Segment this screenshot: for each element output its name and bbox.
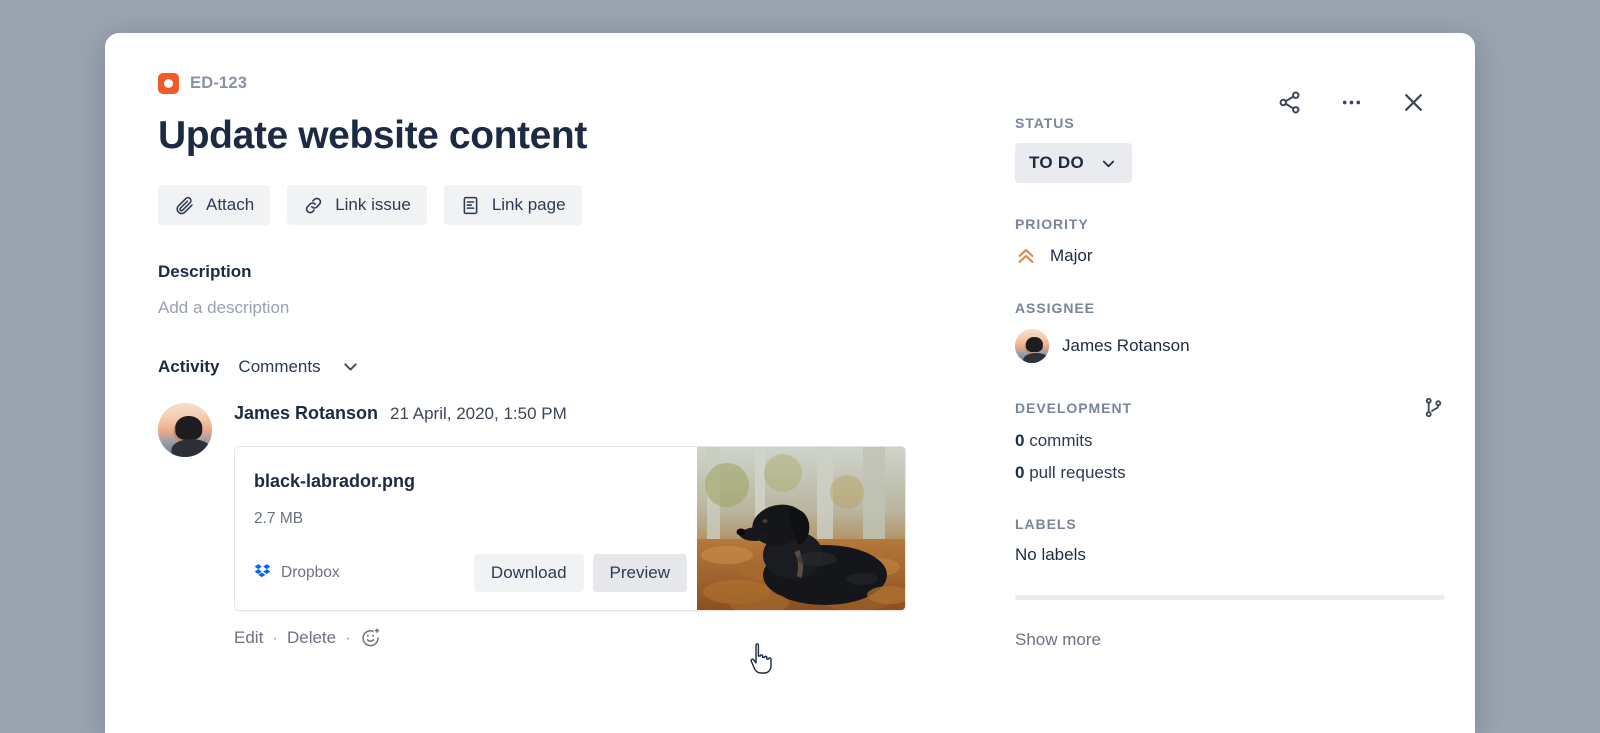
activity-section-header: Activity Comments xyxy=(158,356,1018,377)
sidebar-divider xyxy=(1015,595,1445,600)
preview-button[interactable]: Preview xyxy=(592,554,687,592)
attach-button[interactable]: Attach xyxy=(158,185,271,225)
avatar[interactable] xyxy=(158,403,212,457)
labels-field: LABELS No labels xyxy=(1015,516,1445,565)
pull-requests-count: 0 xyxy=(1015,463,1025,482)
priority-field: PRIORITY Major xyxy=(1015,216,1445,267)
development-label: DEVELOPMENT xyxy=(1015,399,1133,416)
development-field: DEVELOPMENT 0 commits 0 pull requests xyxy=(1015,396,1445,483)
pull-requests-label: pull requests xyxy=(1029,463,1126,482)
comment-actions: Edit · Delete · xyxy=(234,627,1018,648)
assignee-label: ASSIGNEE xyxy=(1015,300,1095,316)
comment-author[interactable]: James Rotanson xyxy=(234,403,378,424)
tab-comments[interactable]: Comments xyxy=(238,357,320,377)
breadcrumb[interactable]: ED-123 xyxy=(158,71,1018,95)
share-icon[interactable] xyxy=(1272,85,1306,119)
chevron-down-icon[interactable] xyxy=(340,356,361,377)
attachment-thumbnail[interactable] xyxy=(697,447,905,610)
priority-label: PRIORITY xyxy=(1015,216,1089,232)
more-options-icon[interactable] xyxy=(1334,85,1368,119)
attachment-size: 2.7 MB xyxy=(254,510,304,527)
commits-count: 0 xyxy=(1015,431,1025,450)
description-heading: Description xyxy=(158,262,252,281)
commits-label: commits xyxy=(1029,431,1093,450)
priority-major-icon xyxy=(1015,245,1037,267)
download-button[interactable]: Download xyxy=(473,554,584,592)
separator-dot: · xyxy=(272,627,278,647)
attachment-source-label: Dropbox xyxy=(281,564,340,581)
attachment-card[interactable]: black-labrador.png 2.7 MB Dropbox Downlo… xyxy=(234,446,906,611)
link-issue-button[interactable]: Link issue xyxy=(287,185,427,225)
separator-dot-2: · xyxy=(345,627,351,647)
modal-toolbar xyxy=(1272,85,1430,119)
comment-timestamp: 21 April, 2020, 1:50 PM xyxy=(390,404,567,423)
page-icon xyxy=(460,195,481,216)
commits-row[interactable]: 0 commits xyxy=(1015,431,1445,451)
description-section: Description Add a description xyxy=(158,262,1018,318)
status-dropdown[interactable]: TO DO xyxy=(1015,143,1133,183)
dropbox-icon xyxy=(254,562,271,584)
assignee-avatar xyxy=(1015,329,1049,363)
activity-comment: James Rotanson 21 April, 2020, 1:50 PM b… xyxy=(158,403,1018,648)
mouse-cursor xyxy=(748,643,776,680)
attachment-source: Dropbox xyxy=(254,562,340,584)
assignee-value: James Rotanson xyxy=(1062,336,1190,355)
priority-value: Major xyxy=(1050,246,1093,265)
attachment-filename: black-labrador.png xyxy=(254,471,416,491)
issue-sidebar: STATUS TO DO PRIORITY Major ASSIGNEE Jam… xyxy=(1015,115,1445,650)
status-value: TO DO xyxy=(1029,153,1085,172)
paperclip-icon xyxy=(174,195,195,216)
page-title[interactable]: Update website content xyxy=(158,113,1018,159)
issue-main-column: ED-123 Update website content Attach Lin… xyxy=(158,71,1018,648)
close-icon[interactable] xyxy=(1396,85,1430,119)
show-more-button[interactable]: Show more xyxy=(1015,630,1445,650)
link-page-button[interactable]: Link page xyxy=(443,185,582,225)
project-square-icon xyxy=(158,72,179,94)
labels-value[interactable]: No labels xyxy=(1015,545,1445,565)
status-label: STATUS xyxy=(1015,115,1075,131)
chevron-down-icon xyxy=(1099,154,1118,173)
labels-label: LABELS xyxy=(1015,516,1077,532)
add-reaction-icon[interactable] xyxy=(360,627,381,648)
branch-icon[interactable] xyxy=(1422,396,1445,419)
activity-heading: Activity xyxy=(158,356,220,376)
description-input[interactable]: Add a description xyxy=(158,298,1018,318)
link-page-button-label: Link page xyxy=(491,195,566,214)
priority-value-row[interactable]: Major xyxy=(1015,245,1445,267)
link-issue-button-label: Link issue xyxy=(335,195,411,214)
issue-detail-modal: ED-123 Update website content Attach Lin… xyxy=(105,33,1475,733)
issue-action-toolbar: Attach Link issue Link page xyxy=(158,185,1018,225)
assignee-field: ASSIGNEE James Rotanson xyxy=(1015,300,1445,363)
edit-comment-link[interactable]: Edit xyxy=(234,628,263,648)
delete-comment-link[interactable]: Delete xyxy=(287,628,336,648)
assignee-value-row[interactable]: James Rotanson xyxy=(1015,329,1445,363)
issue-key[interactable]: ED-123 xyxy=(190,74,247,93)
status-field: STATUS TO DO xyxy=(1015,115,1445,183)
pull-requests-row[interactable]: 0 pull requests xyxy=(1015,463,1445,483)
attach-button-label: Attach xyxy=(206,195,255,214)
link-icon xyxy=(303,195,324,216)
